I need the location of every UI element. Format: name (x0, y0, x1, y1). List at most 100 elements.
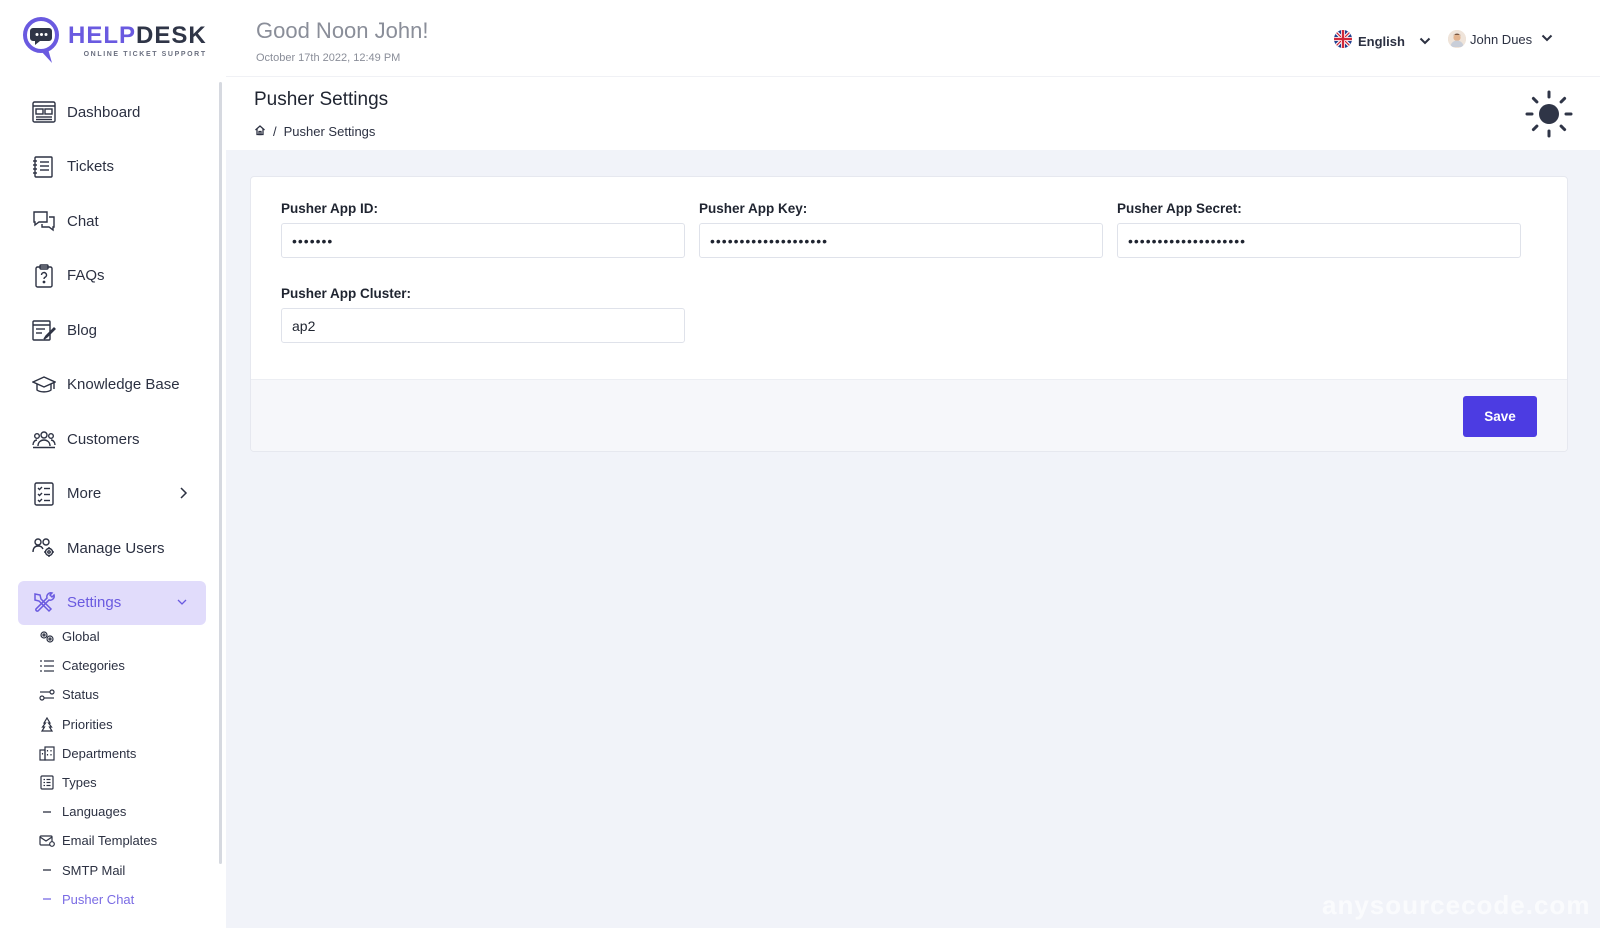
subnav-item-label: Global (62, 629, 100, 645)
subnav-item-email-templates[interactable]: Email Templates (38, 826, 218, 855)
subnav-item-languages[interactable]: Languages (38, 797, 218, 826)
sidebar-item-tickets[interactable]: Tickets (18, 145, 206, 189)
logo-chat-icon (22, 15, 62, 65)
chevron-down-icon (176, 595, 188, 614)
breadcrumb-current: Pusher Settings (283, 124, 376, 139)
subnav-item-departments[interactable]: Departments (38, 739, 218, 768)
dash-icon (38, 891, 56, 907)
chevron-down-icon (1419, 33, 1431, 51)
logo-name-a: HELP (68, 21, 137, 49)
watermark: anysourcecode.com (1322, 890, 1591, 920)
chat-icon (32, 209, 56, 233)
sidebar-item-faqs[interactable]: FAQs (18, 254, 206, 298)
app-secret-field-group: Pusher App Secret: •••••••••••••••••••• (1117, 201, 1521, 258)
card-footer: Save (251, 379, 1567, 451)
app-key-field-group: Pusher App Key: •••••••••••••••••••• (699, 201, 1103, 258)
subnav-item-categories[interactable]: Categories (38, 651, 218, 680)
customers-icon (32, 427, 56, 451)
priorities-icon (38, 716, 56, 732)
sidebar-item-customers[interactable]: Customers (18, 417, 206, 461)
language-label: English (1358, 34, 1405, 49)
subnav-item-types[interactable]: Types (38, 768, 218, 797)
sidebar-item-dashboard[interactable]: Dashboard (18, 90, 206, 134)
logo-tagline: ONLINE TICKET SUPPORT (83, 50, 207, 58)
dashboard-icon (32, 100, 56, 124)
sidebar-item-label: Manage Users (67, 539, 165, 557)
home-icon[interactable] (254, 124, 266, 139)
dash-icon (38, 804, 56, 820)
app-secret-label: Pusher App Secret: (1117, 201, 1242, 216)
subnav-item-label: Languages (62, 804, 127, 820)
types-icon (38, 775, 56, 791)
subnav-item-status[interactable]: Status (38, 680, 218, 709)
subnav-item-label: Status (62, 687, 99, 703)
graduation-cap-icon (32, 373, 56, 397)
breadcrumb-separator: / (273, 124, 277, 139)
sidebar-item-label: More (67, 485, 102, 502)
logo[interactable]: HELPDESK ONLINE TICKET SUPPORT (22, 14, 207, 66)
subnav-item-label: Email Templates (62, 833, 158, 849)
tickets-icon (32, 155, 56, 179)
avatar (1448, 30, 1466, 48)
blog-icon (32, 318, 56, 342)
settings-subnav: Global Categories Status Priorities Depa… (38, 622, 218, 914)
theme-toggle-sun-icon[interactable] (1524, 89, 1574, 139)
app-id-label: Pusher App ID: (281, 201, 379, 216)
subnav-item-priorities[interactable]: Priorities (38, 710, 218, 739)
sidebar-nav: Dashboard Tickets Chat FAQs Blog Knowled… (18, 90, 206, 635)
uk-flag-icon (1334, 30, 1352, 53)
subnav-item-label: SMTP Mail (62, 862, 126, 878)
subnav-item-label: Pusher Chat (62, 891, 135, 907)
app-secret-input[interactable]: •••••••••••••••••••• (1117, 223, 1521, 258)
sidebar-item-label: Dashboard (67, 103, 141, 121)
page-header: Pusher Settings / Pusher Settings (226, 76, 1600, 150)
sidebar-item-knowledge-base[interactable]: Knowledge Base (18, 363, 206, 407)
sidebar: HELPDESK ONLINE TICKET SUPPORT Dashboard… (0, 0, 226, 928)
topbar: Good Noon John! October 17th 2022, 12:49… (226, 0, 1600, 76)
language-selector[interactable]: English (1334, 30, 1431, 53)
sidebar-item-label: Settings (67, 594, 122, 611)
manage-users-icon (32, 536, 56, 560)
list-icon (32, 481, 56, 506)
sidebar-item-more[interactable]: More (18, 472, 206, 516)
subnav-item-smtp-mail[interactable]: SMTP Mail (38, 856, 218, 885)
sidebar-item-label: Tickets (67, 158, 114, 175)
app-key-label: Pusher App Key: (699, 201, 808, 216)
subnav-item-label: Types (62, 775, 97, 791)
user-menu[interactable]: John Dues (1448, 30, 1553, 48)
dash-icon (38, 862, 56, 878)
sidebar-item-label: Customers (67, 430, 140, 448)
departments-icon (38, 745, 56, 761)
subnav-item-pusher-chat[interactable]: Pusher Chat (38, 885, 218, 914)
current-datetime: October 17th 2022, 12:49 PM (256, 52, 401, 64)
save-button[interactable]: Save (1463, 396, 1537, 437)
app-id-field-group: Pusher App ID: ••••••• (281, 201, 685, 258)
sidebar-item-blog[interactable]: Blog (18, 308, 206, 352)
app-cluster-input[interactable]: ap2 (281, 308, 685, 343)
chevron-down-icon (1541, 30, 1553, 48)
logo-name-b: DESK (136, 21, 207, 49)
sidebar-item-label: FAQs (67, 267, 105, 284)
app-cluster-label: Pusher App Cluster: (281, 286, 412, 301)
sidebar-item-chat[interactable]: Chat (18, 199, 206, 243)
list-bullets-icon (38, 658, 56, 674)
subnav-item-label: Categories (62, 658, 125, 674)
sidebar-item-label: Knowledge Base (67, 376, 180, 393)
chevron-right-icon (178, 486, 188, 505)
app-id-input[interactable]: ••••••• (281, 223, 685, 258)
faq-icon (32, 263, 56, 288)
subnav-item-label: Priorities (62, 716, 113, 732)
sidebar-item-settings[interactable]: Settings (18, 580, 206, 625)
app-key-input[interactable]: •••••••••••••••••••• (699, 223, 1103, 258)
page-title: Pusher Settings (254, 89, 389, 110)
sidebar-scrollbar[interactable] (219, 82, 222, 864)
status-icon (38, 687, 56, 703)
greeting: Good Noon John! (256, 18, 429, 43)
sidebar-item-manage-users[interactable]: Manage Users (18, 526, 206, 570)
email-icon (38, 833, 56, 849)
subnav-item-global[interactable]: Global (38, 622, 218, 651)
gears-icon (38, 629, 56, 645)
app-cluster-field-group: Pusher App Cluster: ap2 (281, 286, 685, 343)
breadcrumb: / Pusher Settings (254, 124, 375, 139)
pusher-settings-card: Pusher App ID: ••••••• Pusher App Key: •… (250, 176, 1568, 452)
